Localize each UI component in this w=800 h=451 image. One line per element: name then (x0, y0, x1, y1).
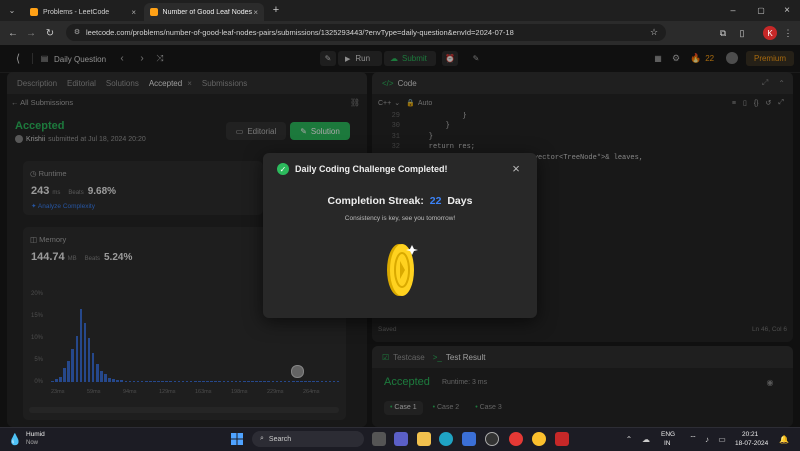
tab-title: Number of Good Leaf Nodes P (162, 8, 254, 16)
windows-taskbar: 💧 Humid Now ⌕ Search ⌃ ☁ ENG IN ⌔ ♪ ▭ 20… (0, 427, 800, 451)
clock-time[interactable]: 20:21 (742, 431, 758, 438)
modal-title: Daily Coding Challenge Completed! (295, 164, 448, 174)
url-text: leetcode.com/problems/number-of-good-lea… (86, 28, 514, 37)
language-top[interactable]: ENG (661, 431, 675, 438)
streak-number: 22 (429, 195, 442, 207)
streak-prefix: Completion Streak: (327, 195, 424, 207)
tab-list-chevron-icon[interactable]: ⌄ (6, 4, 18, 16)
daily-challenge-modal: ✓ Daily Coding Challenge Completed! × Co… (263, 153, 537, 318)
tab-title: Problems - LeetCode (43, 8, 110, 16)
sidebar-icon[interactable]: ▯ (735, 26, 749, 40)
minimize-icon[interactable]: – (726, 4, 740, 16)
weather-sub: Now (26, 440, 39, 446)
close-icon[interactable]: × (509, 161, 523, 176)
close-tab-icon[interactable]: × (253, 8, 258, 17)
streak-line: Completion Streak: 22 Days (263, 195, 537, 207)
taskbar-search[interactable]: ⌕ Search (252, 431, 364, 447)
streak-suffix: Days (447, 195, 473, 207)
forward-icon[interactable]: → (24, 26, 38, 40)
leetcode-favicon-icon (30, 8, 38, 16)
close-tab-icon[interactable]: × (131, 8, 136, 17)
star-icon[interactable]: ☆ (648, 26, 660, 38)
modal-message: Consistency is key, see you tomorrow! (344, 215, 456, 222)
gold-coin-icon (379, 237, 421, 299)
snipping-tool-icon[interactable] (555, 432, 569, 446)
close-window-icon[interactable]: × (780, 4, 794, 16)
search-label: Search (268, 435, 292, 443)
tray-chevron-icon[interactable]: ⌃ (624, 433, 634, 445)
volume-icon[interactable]: ♪ (702, 433, 712, 445)
maximize-icon[interactable]: ▢ (754, 4, 768, 16)
leetcode-favicon-icon (150, 8, 158, 16)
wifi-icon[interactable]: ⌔ (688, 433, 698, 445)
edge-icon[interactable] (439, 432, 453, 446)
windows-start-icon[interactable] (230, 432, 244, 446)
language-bottom: IN (664, 440, 671, 447)
back-icon[interactable]: ← (6, 26, 20, 40)
site-info-icon[interactable]: ⚙ (72, 27, 82, 37)
dell-icon[interactable] (485, 432, 499, 446)
task-view-icon[interactable] (372, 432, 386, 446)
clock-date: 18-07-2024 (735, 440, 769, 447)
reload-icon[interactable]: ↻ (43, 26, 57, 40)
weather-title[interactable]: Humid (26, 431, 45, 438)
profile-avatar[interactable]: K (763, 26, 777, 40)
store-icon[interactable] (462, 432, 476, 446)
chrome-profile-icon[interactable] (532, 432, 546, 446)
browser-tab-problems[interactable]: Problems - LeetCode × (24, 3, 142, 21)
file-explorer-icon[interactable] (417, 432, 431, 446)
url-bar[interactable]: ⚙ leetcode.com/problems/number-of-good-l… (66, 24, 666, 41)
browser-tab-active[interactable]: Number of Good Leaf Nodes P × (144, 3, 264, 21)
browser-tab-bar: ⌄ Problems - LeetCode × Number of Good L… (0, 0, 800, 21)
teams-icon[interactable] (394, 432, 408, 446)
notification-bell-icon[interactable]: 🔔 (778, 433, 790, 445)
browser-address-bar: ← → ↻ ⚙ leetcode.com/problems/number-of-… (0, 21, 800, 45)
check-circle-icon: ✓ (277, 163, 289, 175)
extensions-icon[interactable]: ⧉ (716, 26, 730, 40)
menu-dots-icon[interactable]: ⋮ (783, 26, 793, 40)
battery-icon[interactable]: ▭ (716, 433, 728, 445)
weather-droplet-icon[interactable]: 💧 (8, 432, 22, 446)
search-icon: ⌕ (260, 435, 264, 442)
new-tab-icon[interactable]: + (270, 4, 282, 16)
chrome-icon[interactable] (509, 432, 523, 446)
cloud-icon[interactable]: ☁ (640, 433, 652, 445)
